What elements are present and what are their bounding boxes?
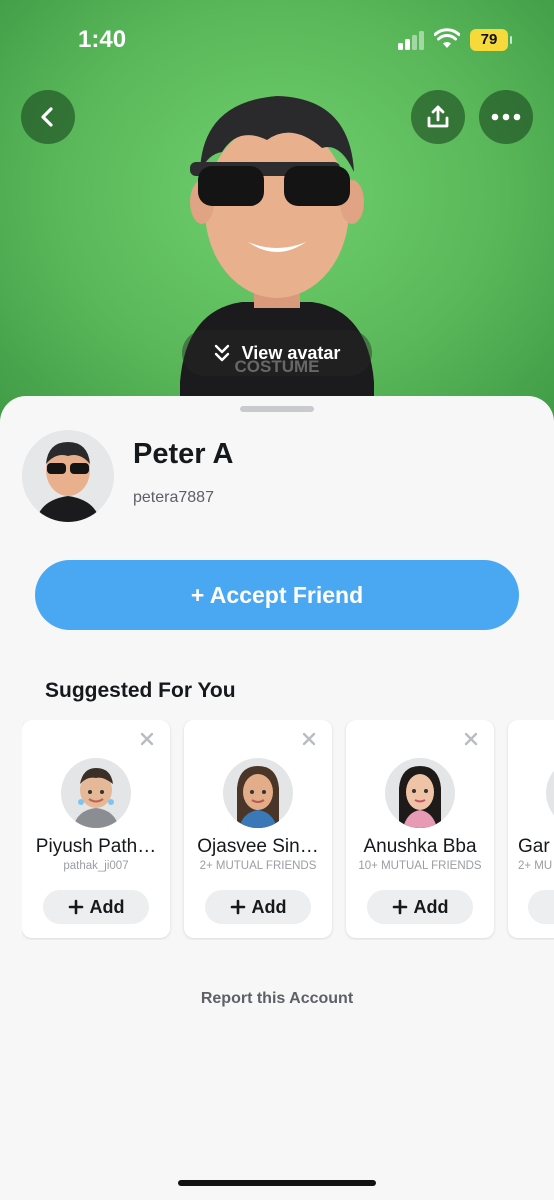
suggestion-subtitle: 2+ MUTUAL FRIENDS [199,860,317,872]
suggestion-subtitle: 10+ MUTUAL FRIENDS [358,860,482,872]
avatar-image [237,766,279,828]
back-chevron-icon [41,107,53,127]
add-friend-button[interactable] [528,890,554,924]
plus-icon [392,899,407,915]
close-icon[interactable] [140,732,154,746]
suggestion-card[interactable]: Anushka Bba 10+ MUTUAL FRIENDS Add [346,720,494,938]
bitmoji-avatar-figure: COSTUME [180,96,374,430]
avatar-image [36,442,100,522]
add-friend-button[interactable]: Add [205,890,311,924]
close-icon[interactable] [302,732,316,746]
view-avatar-button[interactable]: View avatar [182,330,372,376]
avatar-image [73,768,119,828]
more-options-button[interactable] [479,90,533,144]
suggestion-avatar[interactable] [223,758,293,828]
back-button[interactable] [21,90,75,144]
share-button[interactable] [411,90,465,144]
profile-sheet: Peter A petera7887 + Accept Friend Sugge… [0,396,554,1200]
accept-friend-button[interactable]: + Accept Friend [35,560,519,630]
share-icon [427,105,449,128]
profile-name: Peter A [133,438,234,470]
suggestion-name: Gar [518,836,550,857]
add-friend-button[interactable]: Add [43,890,149,924]
suggestion-name: Piyush Path… [35,836,157,857]
suggestion-name: Ojasvee Sin… [197,836,319,857]
suggestion-card[interactable]: Ojasvee Sin… 2+ MUTUAL FRIENDS Add [184,720,332,938]
report-account-link[interactable]: Report this Account [0,990,554,1008]
suggestion-avatar[interactable] [546,758,554,828]
suggested-section-title: Suggested For You [45,679,236,702]
suggestion-subtitle: 2+ MU [518,860,553,872]
more-dots-icon [491,113,521,121]
suggestion-subtitle: pathak_ji007 [63,860,129,872]
close-icon[interactable] [464,732,478,746]
view-avatar-label: View avatar [241,342,341,363]
suggestion-name: Anushka Bba [363,836,477,857]
avatar-hero: 1:40 79 COSTUME View avatar [0,0,554,430]
profile-username: petera7887 [133,489,214,506]
status-bar: 1:40 79 [0,0,554,80]
suggestion-avatar[interactable] [61,758,131,828]
wifi-icon [434,28,460,48]
battery-indicator: 79 [470,29,512,51]
cellular-signal-icon [398,30,426,50]
chevron-double-down-icon [214,344,229,362]
suggested-carousel[interactable]: Piyush Path… pathak_ji007 Add Ojasvee Si… [22,720,554,940]
suggestion-card[interactable]: Piyush Path… pathak_ji007 Add [22,720,170,938]
suggestion-card-partial[interactable]: Gar 2+ MU [508,720,554,938]
home-indicator [178,1180,376,1186]
plus-icon [68,899,83,915]
avatar-image [399,766,441,828]
profile-avatar[interactable] [22,430,114,522]
add-label: Add [413,896,449,917]
add-label: Add [251,896,287,917]
sheet-grabber[interactable] [240,406,314,412]
suggestion-avatar[interactable] [385,758,455,828]
status-time: 1:40 [78,26,127,53]
add-friend-button[interactable]: Add [367,890,473,924]
add-label: Add [89,896,125,917]
plus-icon [230,899,245,915]
